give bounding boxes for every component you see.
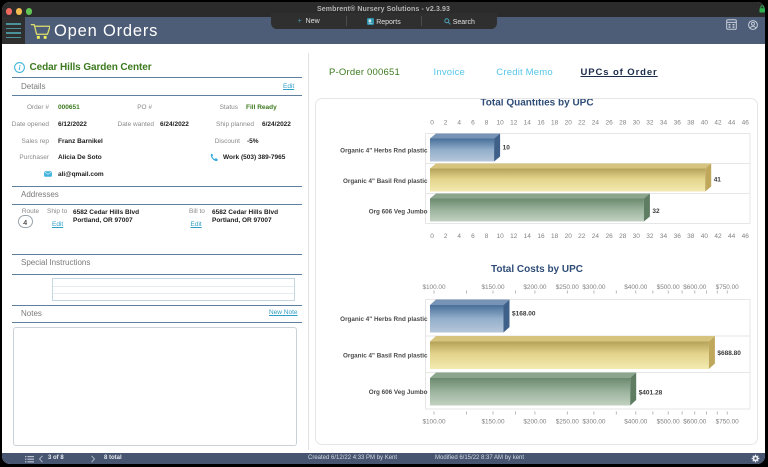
svg-text:i: i (18, 63, 21, 72)
